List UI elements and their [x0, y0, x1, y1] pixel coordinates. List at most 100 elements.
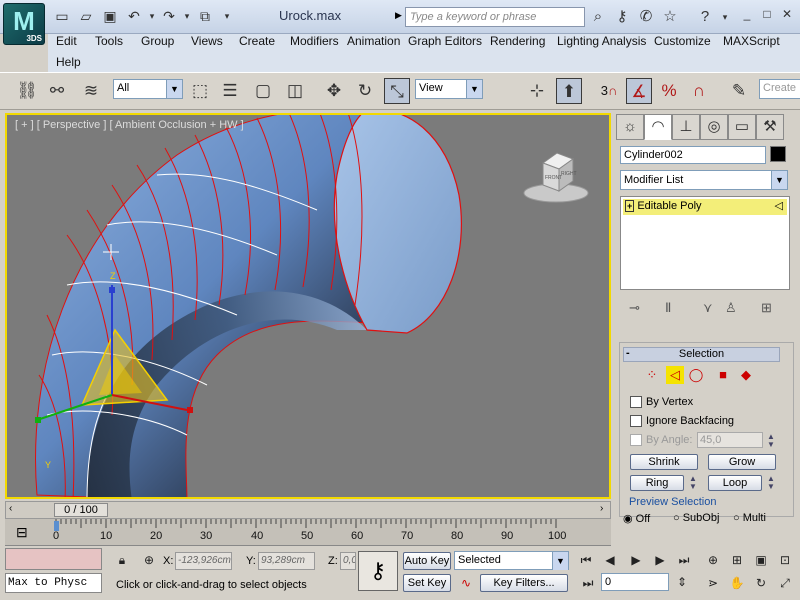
by-angle-spinner[interactable]: ▲ ▼	[766, 433, 776, 449]
frame-spinner-icon[interactable]: ⇕	[672, 573, 692, 591]
vertex-subobject-icon[interactable]: ⁘	[643, 366, 661, 384]
y-coordinate-field[interactable]: 93,289cm	[258, 552, 315, 570]
redo-icon[interactable]: ↷	[160, 7, 178, 25]
qa-dropdown-icon[interactable]: ▾	[218, 7, 236, 25]
select-and-scale-icon[interactable]: ⤡	[384, 78, 410, 104]
select-object-icon[interactable]: ⬚	[187, 78, 213, 104]
zoom-all-icon[interactable]: ⊞	[727, 551, 747, 569]
listener-mini-pane[interactable]	[5, 548, 102, 570]
x-coordinate-field[interactable]: -123,926cm	[175, 552, 232, 570]
zoom-icon[interactable]: ⊕	[703, 551, 723, 569]
make-unique-icon[interactable]: ⋎	[703, 300, 713, 316]
viewcube[interactable]: FRONT RIGHT	[523, 147, 589, 207]
favorites-star-icon[interactable]: ☆	[660, 7, 680, 27]
rectangular-selection-icon[interactable]: ▢	[250, 78, 276, 104]
percent-snap-icon[interactable]: %	[656, 78, 682, 104]
selection-rollout-header[interactable]: Selection	[623, 347, 780, 362]
named-selection-input[interactable]: Create	[759, 79, 800, 99]
select-by-name-icon[interactable]: ☰	[217, 78, 243, 104]
select-manipulate-icon[interactable]: ⬆	[556, 78, 582, 104]
perspective-viewport[interactable]: Z Y [ + ] [ Perspective ] [ Ambient Occl…	[5, 113, 611, 499]
configure-sets-icon[interactable]: ⊞	[761, 300, 772, 316]
preview-off-radio[interactable]: ◉ Off	[623, 512, 650, 525]
pivot-center-icon[interactable]: ⊹	[524, 78, 550, 104]
new-file-icon[interactable]: ▭	[53, 7, 71, 25]
key-filters-button[interactable]: Key Filters...	[480, 574, 568, 592]
minimize-button[interactable]: _	[740, 7, 754, 21]
object-name-input[interactable]: Cylinder002	[620, 146, 766, 164]
edit-named-selection-icon[interactable]: ✎	[726, 78, 752, 104]
bind-space-warp-icon[interactable]: ≋	[78, 78, 104, 104]
menu-modifiers[interactable]: Modifiers	[290, 34, 339, 48]
ring-button[interactable]: Ring	[630, 475, 684, 491]
zoom-extents-icon[interactable]: ▣	[751, 551, 771, 569]
create-tab-icon[interactable]: ☼	[616, 114, 644, 140]
search-input[interactable]: Type a keyword or phrase	[405, 7, 585, 27]
hierarchy-tab-icon[interactable]: ⊥	[672, 114, 700, 140]
angle-snap-icon[interactable]: ∡	[626, 78, 652, 104]
zoom-extents-all-icon[interactable]: ⊡	[775, 551, 795, 569]
time-slider-thumb[interactable]: 0 / 100	[54, 503, 108, 517]
auto-key-button[interactable]: Auto Key	[403, 552, 451, 570]
help-icon[interactable]: ?	[695, 7, 715, 27]
pin-stack-icon[interactable]: ⊸	[629, 300, 640, 316]
window-crossing-icon[interactable]: ◫	[282, 78, 308, 104]
absolute-mode-icon[interactable]: ⊕	[139, 551, 159, 569]
mini-curve-toggle[interactable]: ⊟	[5, 519, 45, 546]
open-folder-icon[interactable]: ▱	[77, 7, 95, 25]
subscription-icon[interactable]: ⚷	[612, 7, 632, 27]
orbit-icon[interactable]: ↻	[751, 574, 771, 592]
current-frame-input[interactable]: 0	[601, 573, 669, 591]
by-vertex-checkbox[interactable]	[630, 396, 642, 408]
menu-create[interactable]: Create	[239, 34, 275, 48]
unlink-icon[interactable]: ⚯	[44, 78, 70, 104]
select-and-rotate-icon[interactable]: ↻	[352, 78, 378, 104]
loop-spinner[interactable]: ▲ ▼	[766, 475, 776, 491]
collapse-minus-icon[interactable]: -	[626, 347, 630, 359]
show-end-result-icon[interactable]: Ⅱ	[665, 300, 671, 316]
maximize-viewport-icon[interactable]: ⤢	[775, 574, 795, 592]
loop-button[interactable]: Loop	[708, 475, 762, 491]
go-to-end-icon[interactable]: ⏭	[674, 551, 694, 569]
select-and-link-icon[interactable]: ⛓	[14, 78, 40, 104]
spinner-snap-icon[interactable]: ∩	[686, 78, 712, 104]
menu-graph-editors[interactable]: Graph Editors	[408, 34, 482, 48]
menu-views[interactable]: Views	[191, 34, 223, 48]
save-icon[interactable]: ▣	[101, 7, 119, 25]
play-icon[interactable]: ▶	[626, 551, 646, 569]
grow-button[interactable]: Grow	[708, 454, 776, 470]
set-key-button[interactable]: Set Key	[403, 574, 451, 592]
menu-maxscript[interactable]: MAXScript	[723, 34, 780, 48]
ring-spinner[interactable]: ▲ ▼	[688, 475, 698, 491]
undo-icon[interactable]: ↶	[125, 7, 143, 25]
z-coordinate-field[interactable]: 0,0	[340, 552, 356, 570]
maxscript-listener-input[interactable]: Max to Physc	[5, 573, 102, 593]
border-subobject-icon[interactable]: ◯	[687, 366, 705, 384]
default-tangent-icon[interactable]: ∿	[456, 574, 476, 592]
pan-hand-icon[interactable]: ✋	[727, 574, 747, 592]
menu-group[interactable]: Group	[141, 34, 174, 48]
edge-subobject-icon[interactable]: ◁	[666, 366, 684, 384]
stack-item-editable-poly[interactable]: + Editable Poly ◁	[623, 199, 787, 215]
key-mode-toggle-icon[interactable]: ⏭	[578, 574, 598, 592]
next-frame-icon[interactable]: ›	[600, 503, 603, 514]
preview-multi-radio[interactable]: ○ Multi	[733, 512, 766, 524]
help-dropdown-icon[interactable]: ▾	[715, 7, 735, 27]
set-key-mode-key-icon[interactable]: ⚷	[358, 551, 398, 591]
selection-filter-dropdown[interactable]: All ▼	[113, 79, 183, 99]
menu-rendering[interactable]: Rendering	[490, 34, 545, 48]
menu-help[interactable]: Help	[56, 55, 81, 69]
element-subobject-icon[interactable]: ◆	[737, 366, 755, 384]
previous-frame-icon[interactable]: ◀	[600, 551, 620, 569]
expand-arrow-icon[interactable]: ▶	[395, 10, 402, 21]
menu-edit[interactable]: Edit	[56, 34, 77, 48]
polygon-subobject-icon[interactable]: ■	[714, 366, 732, 384]
by-angle-checkbox[interactable]	[630, 434, 642, 446]
key-mode-dropdown[interactable]: Selected ▼	[454, 551, 569, 570]
menu-animation[interactable]: Animation	[347, 34, 400, 48]
binoculars-icon[interactable]: ⌕	[588, 7, 608, 27]
redo-dropdown-icon[interactable]: ▾	[178, 7, 196, 25]
application-button[interactable]: M 3DS	[3, 3, 45, 45]
close-button[interactable]: ✕	[780, 7, 794, 21]
project-folder-icon[interactable]: ⧉	[196, 7, 214, 25]
